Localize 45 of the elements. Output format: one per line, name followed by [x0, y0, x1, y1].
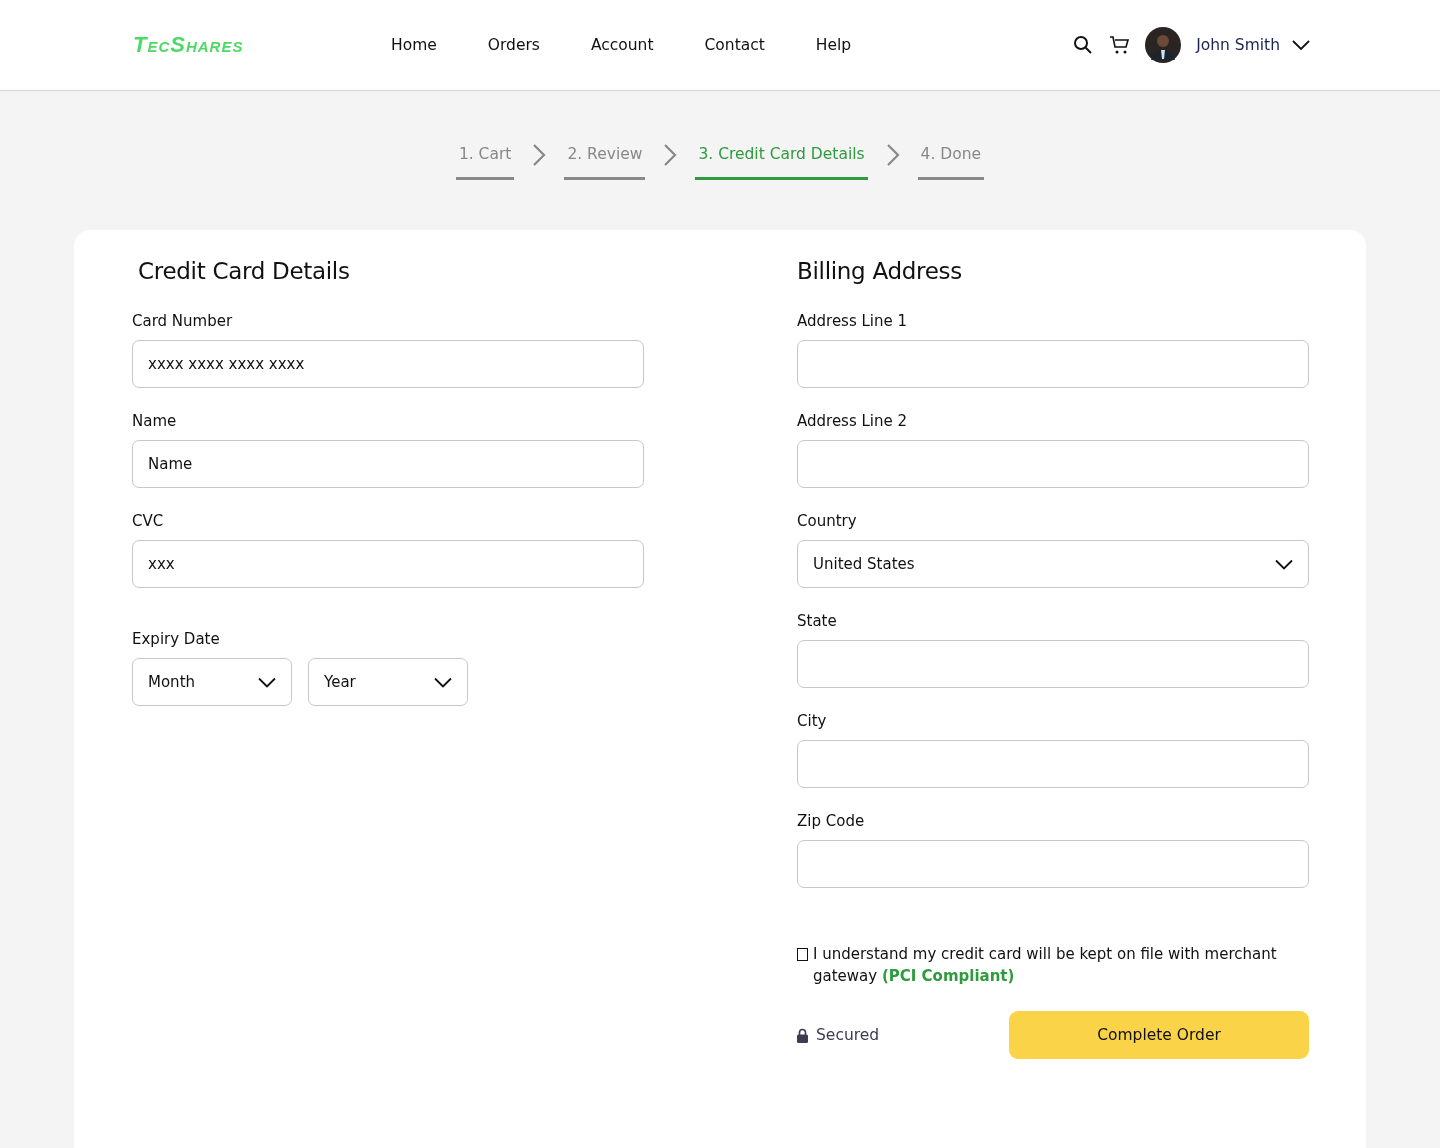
field-label: State: [797, 612, 838, 630]
input-field[interactable]: [797, 440, 1309, 488]
nav-link[interactable]: Help: [815, 36, 852, 54]
section-title: Credit Card Details: [138, 258, 351, 284]
nav-link[interactable]: Home: [391, 36, 437, 54]
chevron-down-icon: [258, 676, 276, 688]
search-icon[interactable]: [1073, 35, 1094, 55]
field-label: CVC: [132, 512, 165, 530]
input-field[interactable]: [797, 840, 1309, 888]
chevron-down-icon: [1275, 558, 1293, 570]
chevron-right-icon: [663, 142, 678, 167]
chevron-right-icon: [885, 142, 900, 167]
field-label: Country: [797, 512, 858, 530]
input-field[interactable]: xxx: [132, 540, 644, 588]
dropdown[interactable]: Month: [132, 658, 292, 706]
consent-text: I understand my credit card will be kept on file with merchant gateway (PCI Compliant): [813, 944, 1278, 987]
field-label: Name: [132, 412, 178, 430]
chevron-right-icon: [532, 142, 547, 167]
avatar[interactable]: [1145, 27, 1182, 63]
complete-order-button[interactable]: Complete Order: [1009, 1011, 1309, 1059]
input-field[interactable]: [797, 640, 1309, 688]
nav-link[interactable]: Account: [590, 36, 654, 54]
nav-link[interactable]: Contact: [704, 36, 765, 54]
pci-link[interactable]: (PCI Compliant): [881, 967, 1015, 985]
nav-link[interactable]: Orders: [487, 36, 540, 54]
dropdown[interactable]: United States: [797, 540, 1309, 588]
dropdown[interactable]: Year: [308, 658, 468, 706]
input-field[interactable]: [797, 740, 1309, 788]
input-field[interactable]: Name: [132, 440, 644, 488]
user-name[interactable]: John Smith: [1196, 36, 1280, 54]
chevron-down-icon: [434, 676, 452, 688]
field-label: Address Line 2: [797, 412, 909, 430]
secured-label: Secured: [816, 1026, 880, 1044]
cart-icon[interactable]: [1109, 35, 1132, 55]
field-label: City: [797, 712, 828, 730]
field-label: Card Number: [132, 312, 234, 330]
field-label: Address Line 1: [797, 312, 909, 330]
input-field[interactable]: [797, 340, 1309, 388]
section-title: Billing Address: [797, 258, 963, 284]
field-label: Zip Code: [797, 812, 866, 830]
chevron-down-icon[interactable]: [1292, 39, 1310, 51]
field-label: Expiry Date: [132, 630, 221, 648]
checkbox[interactable]: [797, 948, 808, 961]
input-field[interactable]: xxxx xxxx xxxx xxxx: [132, 340, 644, 388]
lock-icon: [797, 1027, 808, 1043]
